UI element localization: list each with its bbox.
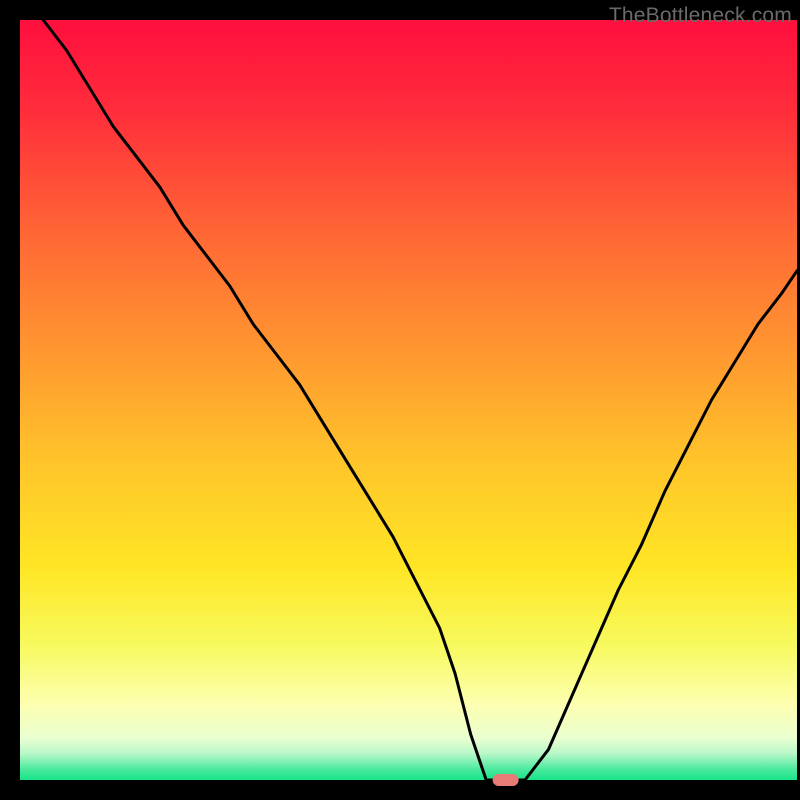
attribution-watermark: TheBottleneck.com: [609, 4, 792, 28]
bottleneck-chart: TheBottleneck.com: [0, 0, 800, 800]
chart-svg: [0, 0, 800, 800]
